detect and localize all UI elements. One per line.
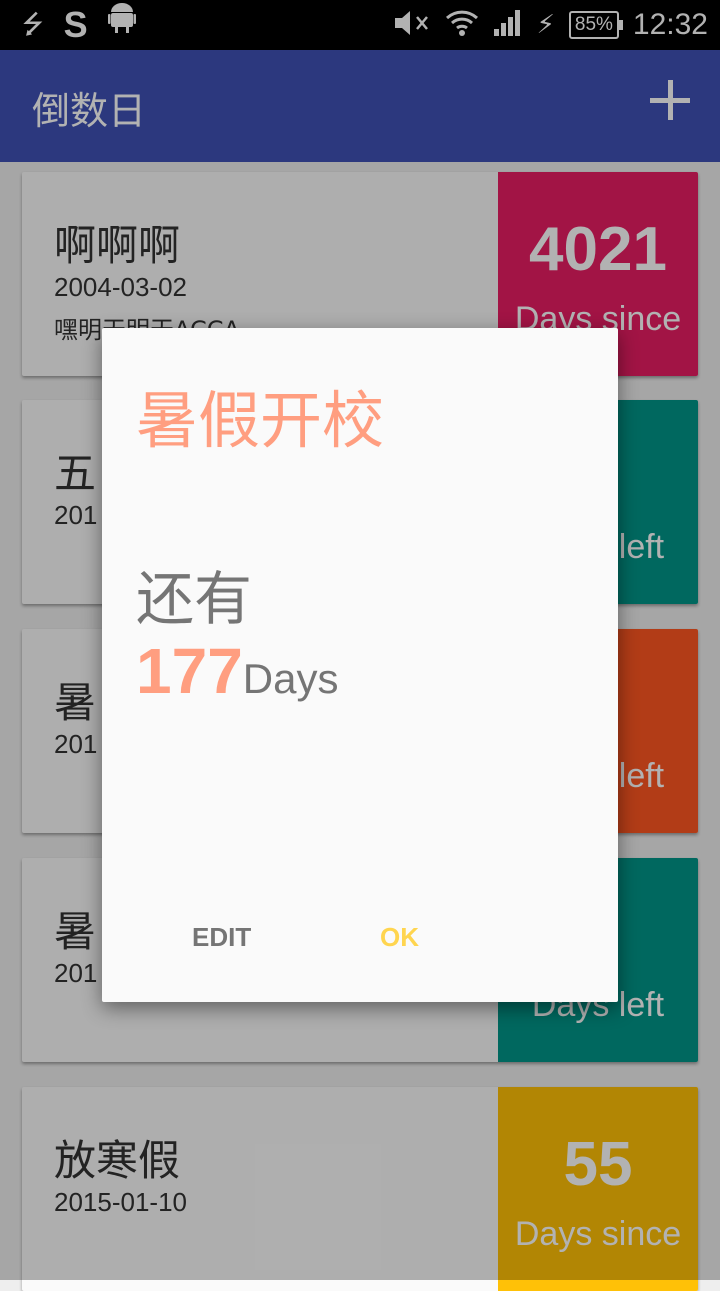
dialog-title: 暑假开校 — [136, 384, 385, 457]
edit-button[interactable]: EDIT — [176, 902, 267, 972]
dialog-prefix: 还有 — [136, 565, 253, 633]
dialog-unit: Days — [242, 655, 339, 702]
countdown-dialog: 暑假开校 还有 177Days EDIT OK — [102, 328, 618, 1002]
dialog-count: 177 — [136, 635, 243, 707]
dialog-count-row: 177Days — [136, 634, 338, 708]
ok-button[interactable]: OK — [364, 902, 435, 972]
